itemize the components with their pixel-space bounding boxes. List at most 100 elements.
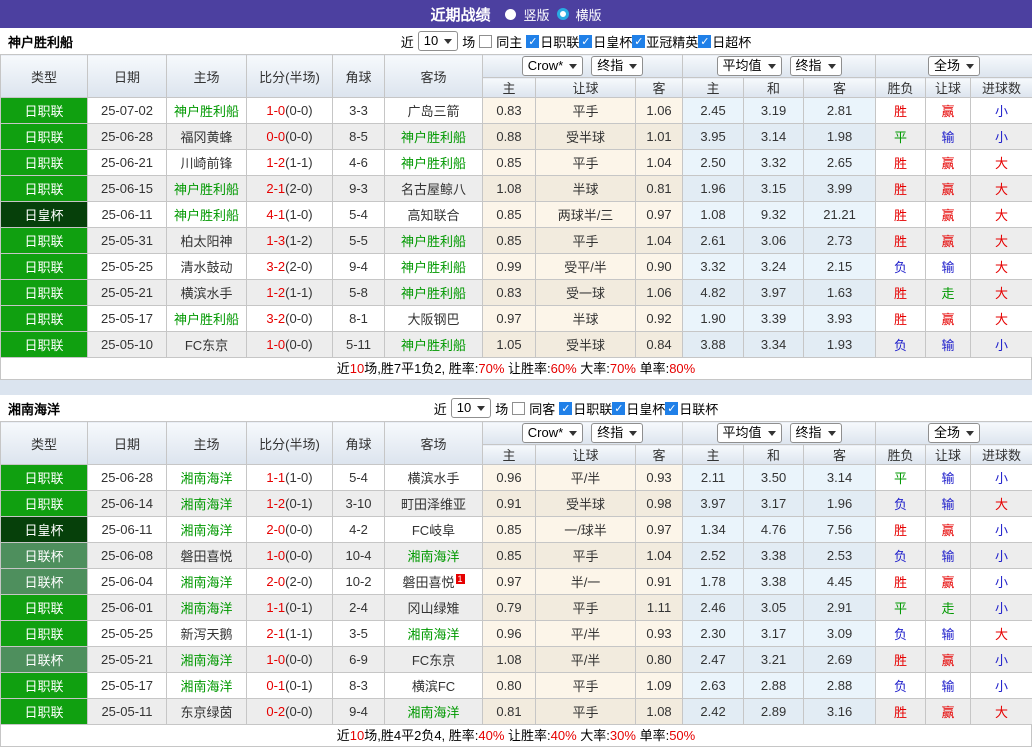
avg-away-odds: 4.45 — [827, 574, 852, 589]
match-type-badge: 日职联 — [24, 130, 63, 145]
same-venue-label: 同客 — [529, 399, 555, 418]
section-header: 湘南海洋 近 10 场 同客 日职联 — [0, 395, 1032, 421]
avg-source-select[interactable]: 平均值 — [717, 56, 782, 76]
home-team-link[interactable]: 湘南海洋 — [180, 471, 232, 486]
home-team-link[interactable]: 柏太阳神 — [180, 234, 232, 249]
home-odds: 0.85 — [496, 522, 521, 537]
match-type-badge: 日皇杯 — [24, 208, 63, 223]
league-checkbox[interactable] — [632, 35, 645, 48]
home-team-link[interactable]: 福冈黄蜂 — [180, 130, 232, 145]
goals-over-under: 小 — [995, 679, 1008, 694]
away-team-link[interactable]: 神户胜利船 — [401, 130, 466, 145]
full-game-select[interactable]: 全场 — [928, 423, 980, 443]
full-time-score: 1-0 — [266, 103, 285, 118]
match-result: 胜 — [894, 208, 907, 223]
games-count-select[interactable]: 10 — [418, 31, 458, 51]
odds-source-value: Crow* — [528, 425, 563, 441]
goals-over-under: 大 — [995, 156, 1008, 171]
odds-stage-select[interactable]: 终指 — [591, 56, 643, 76]
away-odds: 1.11 — [647, 600, 671, 615]
games-count-select[interactable]: 10 — [451, 398, 491, 418]
odds-stage-select[interactable]: 终指 — [591, 423, 643, 443]
away-team-link[interactable]: 神户胜利船 — [401, 260, 466, 275]
home-team-link[interactable]: 磐田喜悦 — [180, 549, 232, 564]
away-team-link[interactable]: 神户胜利船 — [401, 234, 466, 249]
rank-badge: 1 — [456, 574, 465, 584]
away-team-link[interactable]: 横滨水手 — [407, 471, 459, 486]
home-team-link[interactable]: 东京绿茵 — [180, 705, 232, 720]
home-team-link[interactable]: 湘南海洋 — [180, 653, 232, 668]
match-date: 25-06-15 — [101, 181, 153, 196]
away-team-link[interactable]: 磐田喜悦1 — [402, 575, 464, 590]
home-team-link[interactable]: 湘南海洋 — [180, 523, 232, 538]
match-type-badge: 日职联 — [24, 182, 63, 197]
col-header-goals: 进球数 — [971, 78, 1032, 98]
away-team-link[interactable]: 名古屋鲸八 — [401, 182, 466, 197]
league-checkbox[interactable] — [526, 35, 539, 48]
home-team-link[interactable]: 神户胜利船 — [174, 312, 239, 327]
league-filters: 日职联 日皇杯 日联杯 — [559, 399, 718, 418]
away-team-link[interactable]: 湘南海洋 — [407, 627, 459, 642]
home-team-link[interactable]: 湘南海洋 — [180, 497, 232, 512]
team-section: 神户胜利船 近 10 场 同主 日职联 — [0, 28, 1032, 380]
half-time-score: (0-0) — [285, 548, 312, 563]
handicap-result: 赢 — [942, 312, 955, 327]
avg-stage-select[interactable]: 终指 — [790, 56, 842, 76]
away-team-link[interactable]: 神户胜利船 — [401, 156, 466, 171]
league-checkbox[interactable] — [559, 402, 572, 415]
match-date: 25-06-28 — [101, 470, 153, 485]
radio-vertical-layout[interactable] — [505, 9, 516, 20]
sections-container: 神户胜利船 近 10 场 同主 日职联 — [0, 28, 1032, 747]
away-odds: 1.06 — [646, 103, 671, 118]
home-team-link[interactable]: 湘南海洋 — [180, 601, 232, 616]
league-checkbox[interactable] — [665, 402, 678, 415]
home-team-link[interactable]: 神户胜利船 — [174, 182, 239, 197]
league-checkbox[interactable] — [698, 35, 711, 48]
home-team-link[interactable]: 川崎前锋 — [180, 156, 232, 171]
full-game-select[interactable]: 全场 — [928, 56, 980, 76]
away-team-link[interactable]: 高知联合 — [407, 208, 459, 223]
odds-source-select[interactable]: Crow* — [522, 423, 583, 443]
full-time-score: 1-1 — [266, 600, 285, 615]
league-filters: 日职联 日皇杯 亚冠精英 — [526, 32, 751, 51]
match-type-badge: 日职联 — [24, 338, 63, 353]
same-venue-checkbox[interactable] — [512, 402, 525, 415]
avg-source-select[interactable]: 平均值 — [717, 423, 782, 443]
away-team-link[interactable]: 大阪钢巴 — [407, 312, 459, 327]
half-time-score: (2-0) — [285, 574, 312, 589]
corner-count: 5-5 — [349, 233, 368, 248]
home-team-link[interactable]: 湘南海洋 — [180, 575, 232, 590]
home-team-link[interactable]: 神户胜利船 — [174, 208, 239, 223]
away-team-link[interactable]: 神户胜利船 — [401, 286, 466, 301]
home-team-link[interactable]: 湘南海洋 — [180, 679, 232, 694]
away-team-link[interactable]: FC东京 — [412, 653, 455, 668]
avg-draw-odds: 3.38 — [761, 574, 786, 589]
home-team-link[interactable]: 清水鼓动 — [180, 260, 232, 275]
match-row: 日职联 25-06-15 神户胜利船 2-1(2-0) 9-3 名古屋鲸八 1.… — [1, 176, 1032, 202]
home-team-link[interactable]: 新泻天鹅 — [180, 627, 232, 642]
avg-stage-select[interactable]: 终指 — [790, 423, 842, 443]
away-team-link[interactable]: 广岛三箭 — [407, 104, 459, 119]
odds-source-select[interactable]: Crow* — [522, 56, 583, 76]
match-type-badge: 日职联 — [24, 705, 63, 720]
away-team-link[interactable]: 冈山绿雉 — [407, 601, 459, 616]
away-team-link[interactable]: 湘南海洋 — [407, 549, 459, 564]
radio-horizontal-layout[interactable] — [557, 8, 569, 20]
away-team-link[interactable]: 神户胜利船 — [401, 338, 466, 353]
match-result: 胜 — [894, 234, 907, 249]
home-team-link[interactable]: 横滨水手 — [180, 286, 232, 301]
away-team-link[interactable]: 横滨FC — [412, 679, 455, 694]
home-team-link[interactable]: FC东京 — [185, 338, 228, 353]
match-type-badge: 日职联 — [24, 627, 63, 642]
match-type-badge: 日皇杯 — [24, 523, 63, 538]
league-checkbox[interactable] — [612, 402, 625, 415]
away-team-link[interactable]: 町田泽维亚 — [401, 497, 466, 512]
same-venue-checkbox[interactable] — [479, 35, 492, 48]
away-team-link[interactable]: 湘南海洋 — [407, 705, 459, 720]
home-odds: 0.85 — [496, 548, 521, 563]
avg-source-value: 平均值 — [723, 425, 762, 441]
league-checkbox[interactable] — [579, 35, 592, 48]
col-header-odds-away: 客 — [636, 78, 683, 98]
home-team-link[interactable]: 神户胜利船 — [174, 104, 239, 119]
away-team-link[interactable]: FC岐阜 — [412, 523, 455, 538]
